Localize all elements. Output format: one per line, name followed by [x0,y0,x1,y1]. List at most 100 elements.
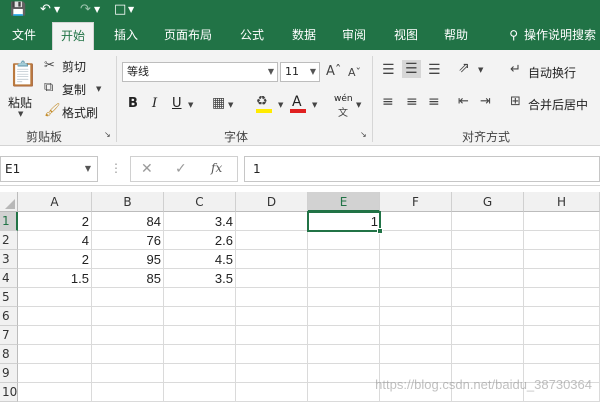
align-center-icon[interactable]: ≡ [406,94,418,110]
cell-d6[interactable] [236,307,308,326]
cell-e8[interactable] [308,345,380,364]
row-header-10[interactable]: 10 [0,383,18,402]
cell-g7[interactable] [452,326,524,345]
cell-e10[interactable] [308,383,380,402]
column-header-g[interactable]: G [452,192,524,212]
tab-formulas[interactable]: 公式 [232,20,272,50]
cell-e6[interactable] [308,307,380,326]
cell-e7[interactable] [308,326,380,345]
cell-h7[interactable] [524,326,600,345]
orientation-icon[interactable]: ⇗ [458,60,470,76]
cell-b2[interactable]: 76 [92,231,164,250]
bold-button[interactable]: B [128,96,138,111]
column-header-h[interactable]: H [524,192,600,212]
more-options-icon[interactable]: ⋮ [110,161,122,175]
tab-review[interactable]: 审阅 [334,20,374,50]
cell-c10[interactable] [164,383,236,402]
cell-g4[interactable] [452,269,524,288]
cell-f7[interactable] [380,326,452,345]
cell-d9[interactable] [236,364,308,383]
cell-d5[interactable] [236,288,308,307]
cell-c6[interactable] [164,307,236,326]
cell-d2[interactable] [236,231,308,250]
cell-d8[interactable] [236,345,308,364]
column-header-c[interactable]: C [164,192,236,212]
new-file-icon[interactable]: □ [114,0,126,20]
cell-f2[interactable] [380,231,452,250]
cell-f1[interactable] [380,212,452,231]
cell-b3[interactable]: 95 [92,250,164,269]
row-header-6[interactable]: 6 [0,307,18,326]
cell-g2[interactable] [452,231,524,250]
cell-a7[interactable] [18,326,92,345]
cell-b9[interactable] [92,364,164,383]
cell-f4[interactable] [380,269,452,288]
cell-h3[interactable] [524,250,600,269]
underline-button[interactable]: U [172,96,182,111]
cell-h8[interactable] [524,345,600,364]
orientation-dropdown-icon[interactable]: ▼ [478,66,483,74]
format-painter-button[interactable]: 🖌 格式刷 [44,102,104,122]
cell-e3[interactable] [308,250,380,269]
cell-a5[interactable] [18,288,92,307]
row-header-4[interactable]: 4 [0,269,18,288]
copy-button[interactable]: ⧉ 复制 ▼ [44,79,106,99]
cell-e2[interactable] [308,231,380,250]
font-size-select[interactable]: 11 ▼ [280,62,320,82]
cell-a6[interactable] [18,307,92,326]
column-header-f[interactable]: F [380,192,452,212]
cell-c8[interactable] [164,345,236,364]
qat-customize-icon[interactable]: ▼ [128,0,134,20]
undo-dropdown-icon[interactable]: ▼ [54,0,60,20]
increase-indent-icon[interactable]: ⇥ [480,94,491,109]
cell-b7[interactable] [92,326,164,345]
cell-d10[interactable] [236,383,308,402]
cell-h2[interactable] [524,231,600,250]
column-header-d[interactable]: D [236,192,308,212]
formula-input[interactable]: 1 [244,156,600,182]
cell-h4[interactable] [524,269,600,288]
font-launcher-icon[interactable]: ↘ [360,130,367,139]
tell-me-search[interactable]: ⚲ 操作说明搜索 [509,20,596,50]
phonetic-guide-button[interactable]: wén [334,94,353,104]
borders-dropdown-icon[interactable]: ▼ [228,101,233,109]
tab-page-layout[interactable]: 页面布局 [156,20,220,50]
cell-h5[interactable] [524,288,600,307]
row-header-5[interactable]: 5 [0,288,18,307]
font-color-button[interactable]: A ▼ [290,94,320,114]
wrap-text-button[interactable]: ↵ 自动换行 [510,62,598,82]
cell-d3[interactable] [236,250,308,269]
column-header-e[interactable]: E [308,192,380,212]
decrease-font-size-icon[interactable]: Aˇ [348,66,361,79]
cell-a8[interactable] [18,345,92,364]
italic-button[interactable]: I [152,96,157,111]
cell-g1[interactable] [452,212,524,231]
cell-f3[interactable] [380,250,452,269]
row-header-2[interactable]: 2 [0,231,18,250]
column-header-b[interactable]: B [92,192,164,212]
cell-e4[interactable] [308,269,380,288]
align-middle-icon[interactable]: ☰ [402,60,421,78]
redo-icon[interactable]: ↷ [80,0,91,20]
tab-data[interactable]: 数据 [284,20,324,50]
align-top-icon[interactable]: ☰ [382,62,395,78]
name-box[interactable]: E1 ▼ [0,156,98,182]
underline-dropdown-icon[interactable]: ▼ [188,101,193,109]
select-all-button[interactable] [0,192,18,212]
cell-c5[interactable] [164,288,236,307]
cell-d7[interactable] [236,326,308,345]
insert-function-button[interactable]: fx [211,161,222,175]
row-header-9[interactable]: 9 [0,364,18,383]
save-icon[interactable]: 💾 [10,0,26,20]
cell-g8[interactable] [452,345,524,364]
cell-a4[interactable]: 1.5 [18,269,92,288]
cell-e9[interactable] [308,364,380,383]
cell-a10[interactable] [18,383,92,402]
align-left-icon[interactable]: ≡ [382,94,394,110]
align-bottom-icon[interactable]: ☰ [428,62,441,78]
cell-g5[interactable] [452,288,524,307]
cell-b1[interactable]: 84 [92,212,164,231]
cell-h6[interactable] [524,307,600,326]
redo-dropdown-icon[interactable]: ▼ [94,0,100,20]
cell-a1[interactable]: 2 [18,212,92,231]
